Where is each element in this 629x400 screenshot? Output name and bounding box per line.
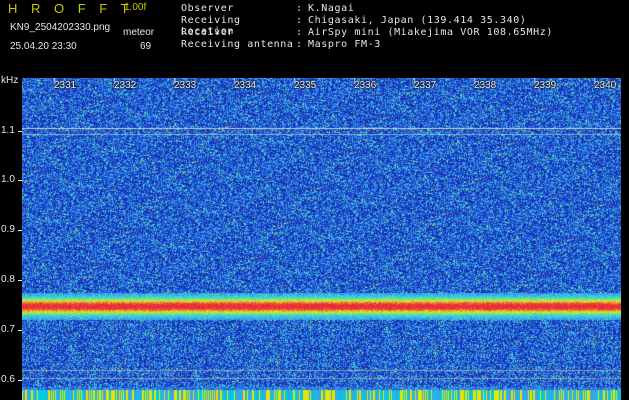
app-version: 1.00f [124,2,147,13]
spectrogram-canvas [22,78,621,400]
info-row-observer: Observer : K.Nagai [181,3,553,15]
frequency-axis: kHz 1.1 1.0 0.9 0.8 0.7 0.6 [0,74,22,400]
info-separator: : [296,27,303,38]
info-value: AirSpy mini (Miakejima VOR 108.65MHz) [308,27,553,38]
info-separator: : [296,39,303,50]
info-key: Receiver [181,27,234,38]
meteor-count: 69 [140,41,152,52]
info-row-receiver: Receiver : AirSpy mini (Miakejima VOR 10… [181,27,553,39]
y-tick-label: 0.9 [1,224,15,235]
y-tick-label: 1.1 [1,125,15,136]
info-value: K.Nagai [308,3,355,14]
observation-info: Observer : K.Nagai Receiving Location : … [181,3,553,51]
meteor-label: meteor [123,27,155,38]
info-separator: : [296,15,303,26]
y-tick-label: 0.8 [1,274,15,285]
info-value: Chigasaki, Japan (139.414 35.340) [308,15,527,26]
info-key: Receiving antenna [181,39,294,50]
x-tick-label: 2333 [174,80,197,91]
info-separator: : [296,3,303,14]
info-row-location: Receiving Location : Chigasaki, Japan (1… [181,15,553,37]
y-tick-label: 0.6 [1,374,15,385]
x-tick-label: 2331 [54,80,77,91]
x-tick-label: 2335 [294,80,317,91]
y-axis-unit: kHz [1,75,19,86]
x-tick-label: 2332 [114,80,137,91]
observation-datetime: 25.04.20 23:30 [10,41,77,52]
x-tick-label: 2337 [414,80,437,91]
file-name: KN9_2504202330.png [10,22,111,33]
info-key: Receiving Location [181,15,241,37]
info-key: Observer [181,3,234,14]
y-tick-label: 0.7 [1,324,15,335]
app-title: H R O F F T [8,1,134,16]
x-tick-label: 2334 [234,80,257,91]
x-tick-label: 2340 [594,80,617,91]
header-panel: H R O F F T 1.00f KN9_2504202330.png met… [0,0,629,74]
y-tick-label: 1.0 [1,174,15,185]
x-tick-label: 2338 [474,80,497,91]
info-value: Maspro FM-3 [308,39,381,50]
x-tick-label: 2339 [534,80,557,91]
info-row-antenna: Receiving antenna : Maspro FM-3 [181,39,553,51]
x-tick-label: 2336 [354,80,377,91]
